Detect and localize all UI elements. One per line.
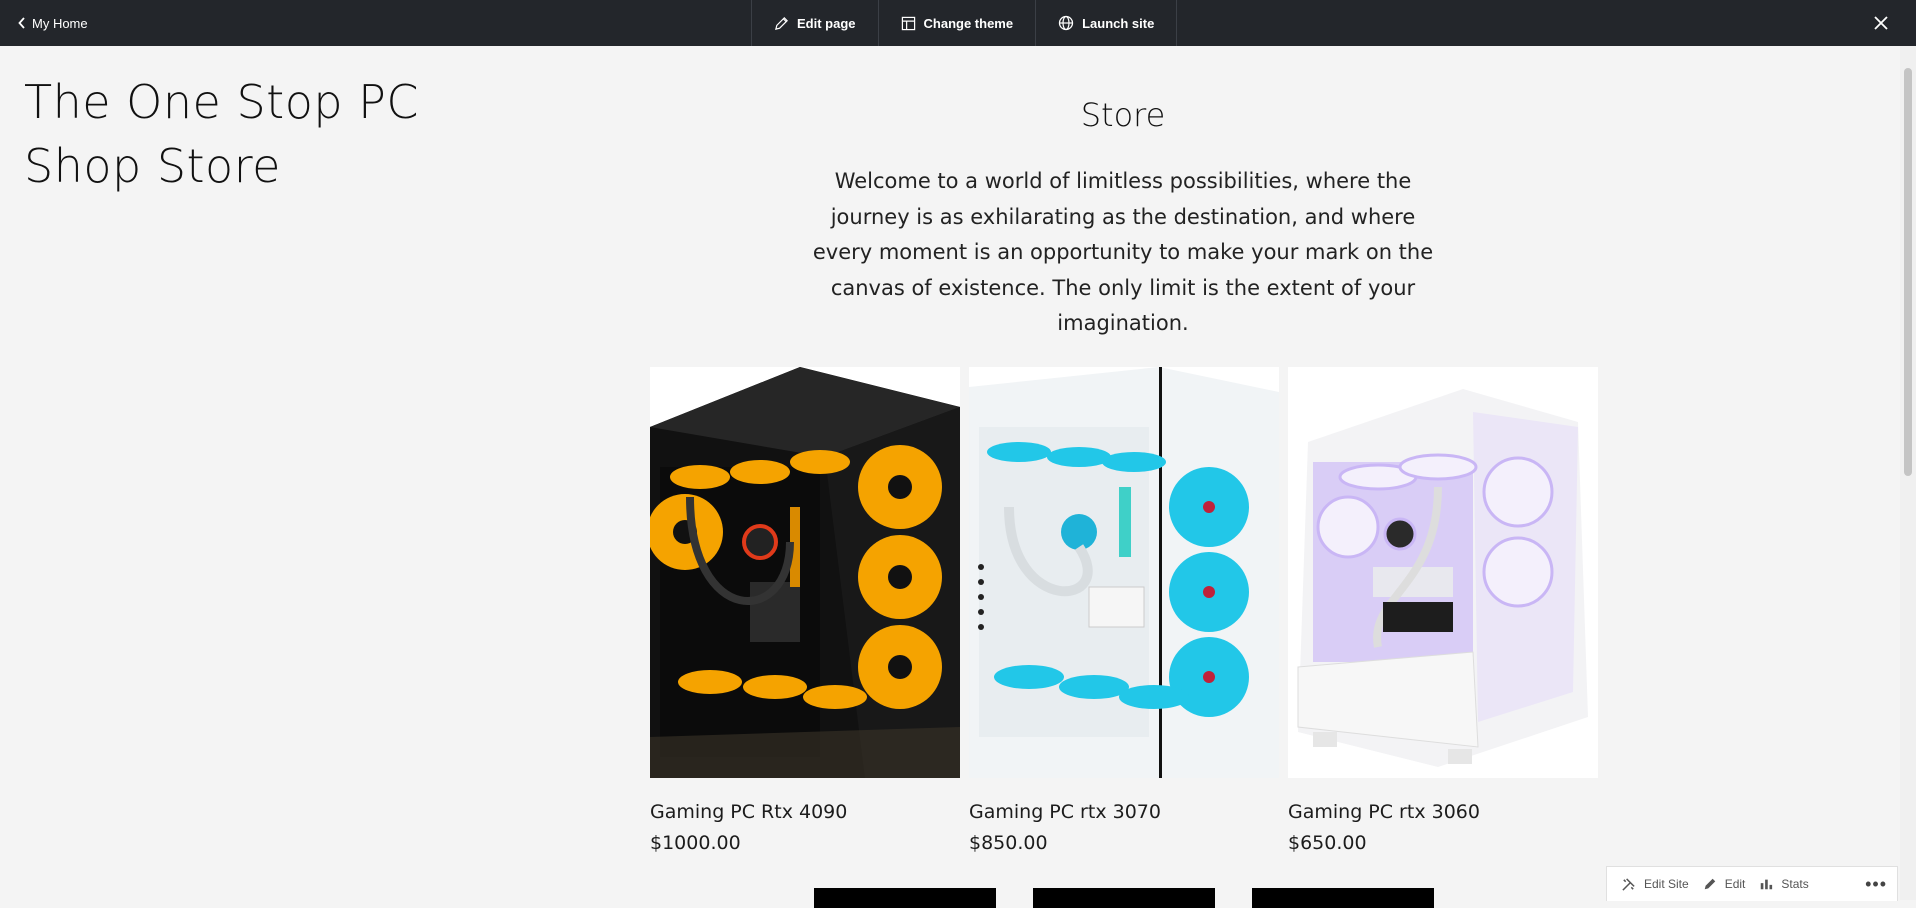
site-title[interactable]: The One Stop PC Shop Store: [24, 70, 444, 198]
top-bar: My Home Edit page Change theme Launch si…: [0, 0, 1916, 46]
product-price: $850.00: [969, 832, 1048, 854]
edit-site-label: Edit Site: [1644, 877, 1689, 891]
product-price: $650.00: [1288, 832, 1367, 854]
bar-chart-icon: [1761, 879, 1773, 890]
product-image[interactable]: [650, 367, 960, 778]
scrollbar-thumb[interactable]: [1904, 68, 1912, 476]
product-card[interactable]: Gaming PC rtx 3060 $650.00: [1288, 367, 1598, 857]
product-name[interactable]: Gaming PC rtx 3060: [1288, 801, 1480, 823]
launch-site-button[interactable]: Launch site: [1036, 0, 1178, 46]
edit-site-button[interactable]: Edit Site: [1621, 877, 1689, 892]
edit-button[interactable]: Edit: [1703, 877, 1746, 891]
store-heading: Store: [1080, 96, 1166, 134]
product-card[interactable]: Gaming PC Rtx 4090 $1000.00: [650, 367, 960, 857]
product-image[interactable]: [1288, 367, 1598, 778]
product-name[interactable]: Gaming PC Rtx 4090: [650, 801, 847, 823]
product-image[interactable]: [969, 367, 1279, 778]
pc-case-white-lavender-image: [1288, 367, 1598, 778]
globe-icon: [1058, 15, 1074, 31]
top-actions: Edit page Change theme Launch site: [751, 0, 1178, 46]
tools-icon: [1622, 877, 1635, 891]
pencil-icon: [1704, 878, 1715, 890]
more-options-icon[interactable]: •••: [1865, 874, 1887, 895]
pc-case-white-cyan-image: [969, 367, 1279, 778]
product-price: $1000.00: [650, 832, 741, 854]
add-to-cart-button[interactable]: [1033, 888, 1215, 908]
change-theme-label: Change theme: [923, 15, 1014, 31]
edit-page-label: Edit page: [797, 15, 856, 31]
product-name[interactable]: Gaming PC rtx 3070: [969, 801, 1161, 823]
pc-case-black-image: [650, 367, 960, 778]
back-label: My Home: [32, 15, 88, 31]
pencil-icon: [775, 16, 788, 30]
stats-label: Stats: [1781, 877, 1809, 891]
stats-button[interactable]: Stats: [1759, 877, 1809, 891]
change-theme-button[interactable]: Change theme: [879, 0, 1037, 46]
chevron-left-icon: [18, 17, 25, 29]
add-to-cart-button[interactable]: [814, 888, 996, 908]
page-scrollbar[interactable]: [1900, 46, 1916, 900]
layout-icon: [901, 16, 915, 30]
edit-label: Edit: [1724, 877, 1746, 891]
add-to-cart-button[interactable]: [1252, 888, 1434, 908]
edit-page-button[interactable]: Edit page: [752, 0, 879, 46]
admin-bar: Edit Site Edit Stats •••: [1606, 866, 1898, 901]
launch-site-label: Launch site: [1082, 15, 1155, 31]
back-to-my-home-link[interactable]: My Home: [18, 0, 88, 46]
close-icon[interactable]: [1870, 12, 1892, 34]
product-grid: Gaming PC Rtx 4090 $1000.00 Gaming PC rt…: [650, 367, 1598, 877]
product-card[interactable]: Gaming PC rtx 3070 $850.00: [969, 367, 1279, 857]
store-description: Welcome to a world of limitless possibil…: [812, 169, 1434, 335]
